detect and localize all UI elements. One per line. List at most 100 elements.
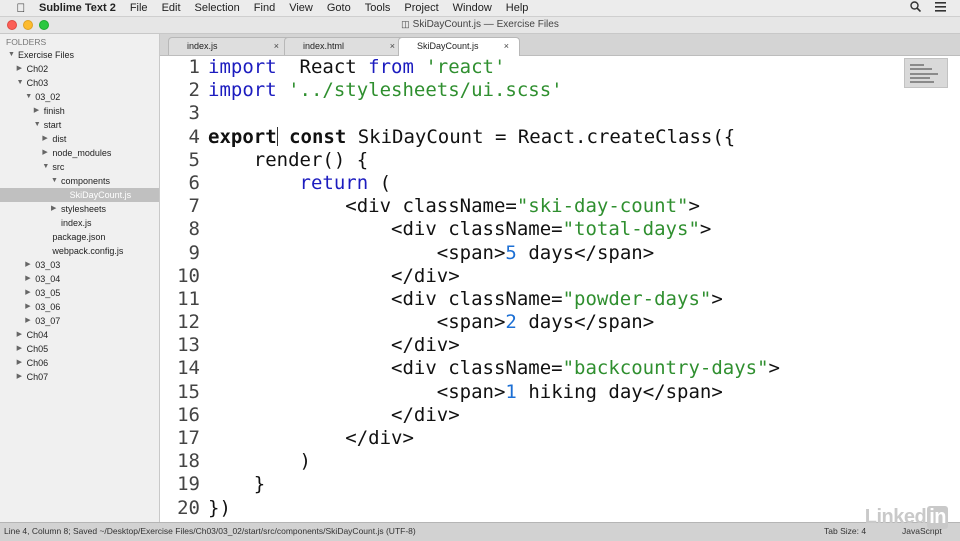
- menu-file[interactable]: File: [123, 2, 155, 14]
- sidebar-tree-item[interactable]: ▼ 03_02: [0, 90, 159, 104]
- disclosure-expanded-icon[interactable]: ▼: [34, 118, 42, 132]
- code-line[interactable]: <span>2 days</span>: [208, 311, 900, 334]
- disclosure-collapsed-icon[interactable]: ▶: [25, 286, 33, 300]
- disclosure-expanded-icon[interactable]: ▼: [51, 174, 59, 188]
- status-message: Line 4, Column 8; Saved ~/Desktop/Exerci…: [4, 526, 416, 536]
- code-token: </div>: [208, 427, 414, 449]
- menu-selection[interactable]: Selection: [188, 2, 247, 14]
- code-token: <div className=: [208, 357, 563, 380]
- close-tab-icon[interactable]: ×: [504, 38, 509, 55]
- code-line[interactable]: import React from 'react': [208, 56, 900, 79]
- code-area[interactable]: import React from 'react' import '../styl…: [208, 56, 900, 520]
- disclosure-expanded-icon[interactable]: ▼: [17, 76, 25, 90]
- code-line[interactable]: </div>: [208, 265, 900, 288]
- code-token: <span>: [208, 311, 506, 334]
- line-number: 19: [177, 473, 200, 496]
- sidebar-tree-item[interactable]: ▶ dist: [0, 132, 159, 146]
- tab-size-indicator[interactable]: Tab Size: 4: [824, 523, 866, 540]
- menu-project[interactable]: Project: [397, 2, 445, 14]
- menu-view[interactable]: View: [282, 2, 320, 14]
- disclosure-collapsed-icon[interactable]: ▶: [25, 272, 33, 286]
- disclosure-collapsed-icon[interactable]: ▶: [17, 370, 25, 384]
- tab-skidaycount-js[interactable]: SkiDayCount.js ×: [398, 37, 520, 56]
- close-tab-icon[interactable]: ×: [390, 38, 395, 55]
- code-line[interactable]: export const SkiDayCount = React.createC…: [208, 126, 900, 149]
- sidebar-tree-item[interactable]: ▶ 03_03: [0, 258, 159, 272]
- menu-app-name[interactable]: Sublime Text 2: [32, 2, 123, 14]
- code-line[interactable]: <div className="backcountry-days">: [208, 357, 900, 380]
- sidebar-tree-item[interactable]: SkiDayCount.js: [0, 188, 159, 202]
- code-line[interactable]: </div>: [208, 404, 900, 427]
- minimap[interactable]: [904, 58, 948, 88]
- code-token: >: [688, 195, 700, 218]
- code-token: </div>: [208, 403, 460, 426]
- sidebar-tree-label: finish: [43, 106, 65, 116]
- disclosure-collapsed-icon[interactable]: ▶: [42, 132, 50, 146]
- search-icon[interactable]: [910, 1, 922, 15]
- disclosure-collapsed-icon[interactable]: ▶: [17, 356, 25, 370]
- code-line[interactable]: import '../stylesheets/ui.scss': [208, 79, 900, 102]
- sidebar-tree-item[interactable]: ▶ node_modules: [0, 146, 159, 160]
- sidebar-tree-item[interactable]: ▶ 03_07: [0, 314, 159, 328]
- menu-help[interactable]: Help: [499, 2, 536, 14]
- code-line[interactable]: <div className="ski-day-count">: [208, 195, 900, 218]
- sidebar-tree-item[interactable]: ▶ Ch05: [0, 342, 159, 356]
- menu-tools[interactable]: Tools: [358, 2, 398, 14]
- disclosure-collapsed-icon[interactable]: ▶: [42, 146, 50, 160]
- disclosure-expanded-icon[interactable]: ▼: [25, 90, 33, 104]
- disclosure-expanded-icon[interactable]: ▼: [42, 160, 50, 174]
- code-line[interactable]: </div>: [208, 427, 900, 450]
- code-line[interactable]: <div className="total-days">: [208, 218, 900, 241]
- code-line[interactable]: return (: [208, 172, 900, 195]
- list-icon[interactable]: [935, 1, 946, 15]
- sidebar-tree-item[interactable]: ▶ 03_06: [0, 300, 159, 314]
- disclosure-collapsed-icon[interactable]: ▶: [51, 202, 59, 216]
- sidebar-tree-item[interactable]: ▶ finish: [0, 104, 159, 118]
- code-line[interactable]: </div>: [208, 334, 900, 357]
- sidebar-tree-item[interactable]: ▼ Exercise Files: [0, 48, 159, 62]
- sidebar-tree-item[interactable]: ▶ stylesheets: [0, 202, 159, 216]
- code-token: }: [208, 473, 266, 496]
- sidebar-tree-item[interactable]: ▶ Ch06: [0, 356, 159, 370]
- sidebar-tree-item[interactable]: ▶ 03_04: [0, 272, 159, 286]
- disclosure-collapsed-icon[interactable]: ▶: [17, 342, 25, 356]
- sidebar-tree-item[interactable]: ▼ components: [0, 174, 159, 188]
- disclosure-collapsed-icon[interactable]: ▶: [17, 328, 25, 342]
- disclosure-expanded-icon[interactable]: ▼: [8, 48, 16, 62]
- code-line[interactable]: render() {: [208, 149, 900, 172]
- disclosure-collapsed-icon[interactable]: ▶: [25, 300, 33, 314]
- code-line[interactable]: <span>5 days</span>: [208, 242, 900, 265]
- sidebar-tree-item[interactable]: webpack.config.js: [0, 244, 159, 258]
- code-line[interactable]: }: [208, 473, 900, 496]
- sidebar-tree-item[interactable]: ▼ Ch03: [0, 76, 159, 90]
- disclosure-collapsed-icon[interactable]: ▶: [34, 104, 42, 118]
- window-title-wrap: ◫ SkiDayCount.js — Exercise Files: [0, 19, 960, 30]
- disclosure-collapsed-icon[interactable]: ▶: [17, 62, 25, 76]
- code-line[interactable]: ): [208, 450, 900, 473]
- sidebar-tree-item[interactable]: ▶ Ch07: [0, 370, 159, 384]
- code-line[interactable]: [208, 102, 900, 125]
- code-line[interactable]: <div className="powder-days">: [208, 288, 900, 311]
- menu-goto[interactable]: Goto: [320, 2, 358, 14]
- sidebar-tree-item[interactable]: ▼ start: [0, 118, 159, 132]
- sidebar-tree-item[interactable]: package.json: [0, 230, 159, 244]
- sidebar-tree-label: 03_02: [35, 92, 61, 102]
- code-line[interactable]: }): [208, 497, 900, 520]
- sidebar-tree-item[interactable]: ▶ Ch04: [0, 328, 159, 342]
- sidebar-tree-item[interactable]: ▼ src: [0, 160, 159, 174]
- menu-edit[interactable]: Edit: [155, 2, 188, 14]
- menu-find[interactable]: Find: [247, 2, 282, 14]
- sidebar-tree-item[interactable]: ▶ Ch02: [0, 62, 159, 76]
- apple-icon[interactable]: : [10, 1, 32, 15]
- code-token: <div className=: [208, 287, 563, 310]
- code-editor[interactable]: 1 2 3 4 5 6 7 8 9 10 11 12 13 14 15 16 17 18 19 20 import R…: [160, 56, 960, 522]
- sidebar-tree-item[interactable]: index.js: [0, 216, 159, 230]
- tab-index-html[interactable]: index.html ×: [284, 37, 406, 55]
- sidebar-tree-item[interactable]: ▶ 03_05: [0, 286, 159, 300]
- disclosure-collapsed-icon[interactable]: ▶: [25, 314, 33, 328]
- menu-window[interactable]: Window: [446, 2, 499, 14]
- close-tab-icon[interactable]: ×: [274, 38, 279, 55]
- disclosure-collapsed-icon[interactable]: ▶: [25, 258, 33, 272]
- tab-index-js[interactable]: index.js ×: [168, 37, 290, 55]
- code-line[interactable]: <span>1 hiking day</span>: [208, 381, 900, 404]
